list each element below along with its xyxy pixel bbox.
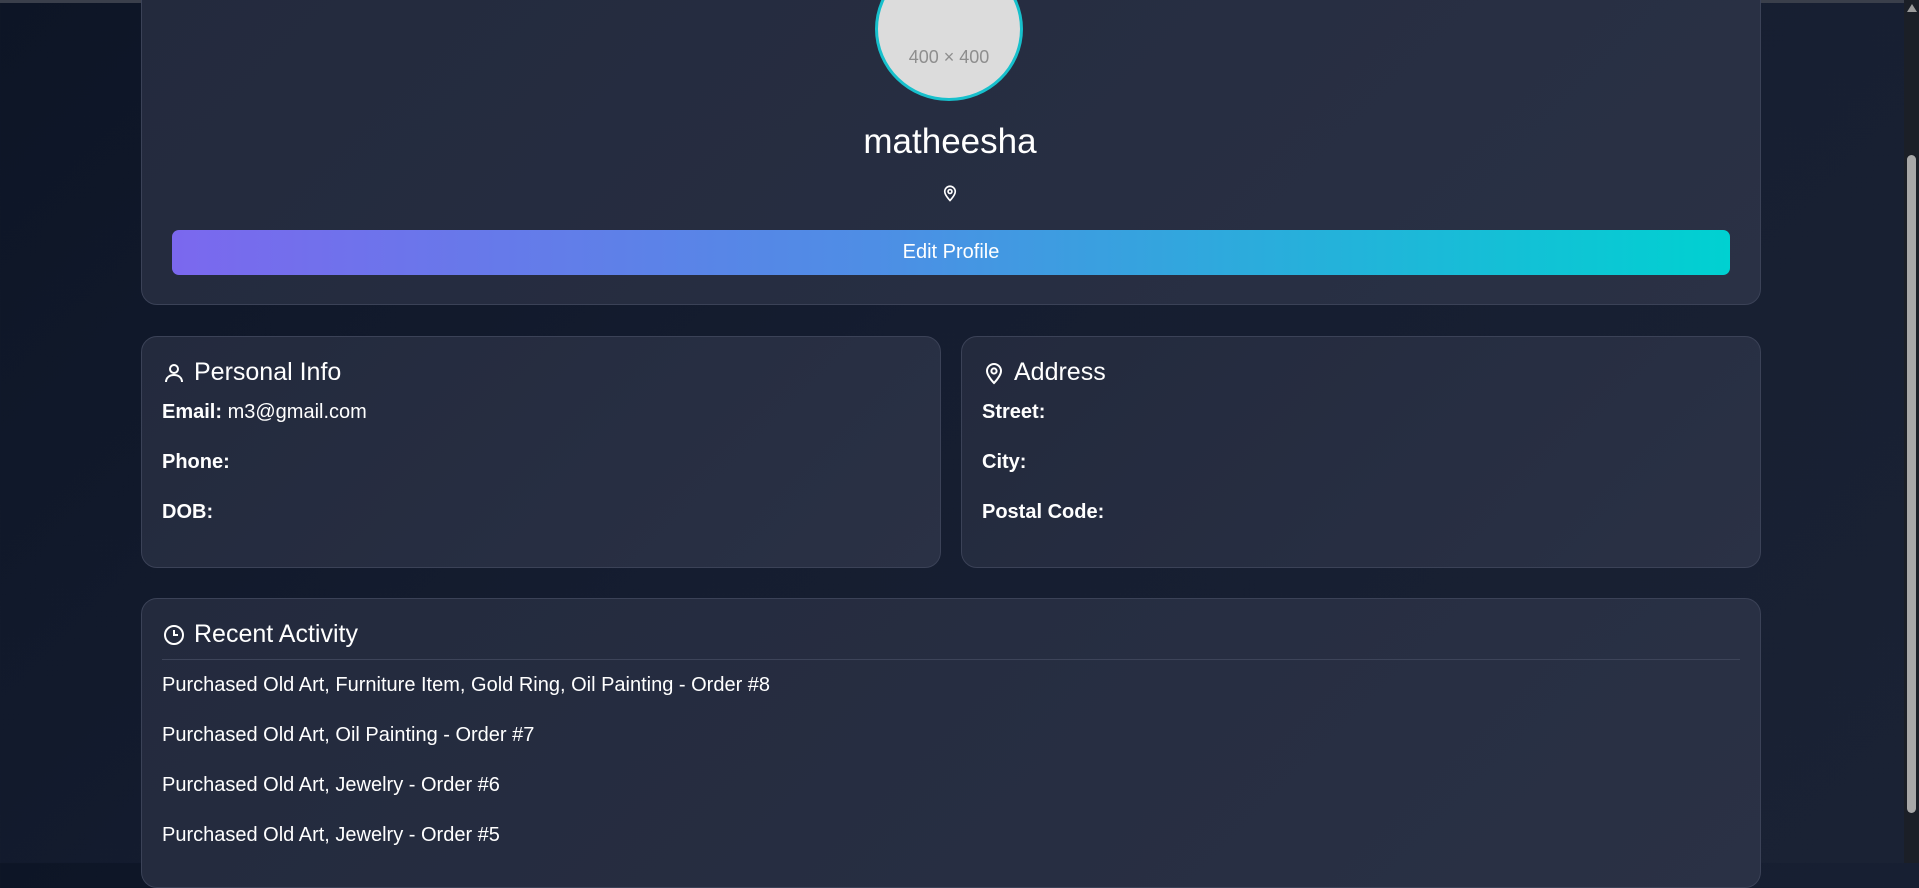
page-scrollbar[interactable]: [1904, 0, 1919, 863]
city-field: City:: [982, 451, 1026, 474]
user-icon: [165, 363, 183, 382]
recent-activity-title: Recent Activity: [194, 620, 358, 648]
activity-item: Purchased Old Art, Jewelry - Order #6: [162, 774, 500, 796]
dob-field: DOB:: [162, 501, 213, 524]
street-label: Street:: [982, 401, 1046, 423]
phone-field: Phone:: [162, 451, 230, 474]
activity-item: Purchased Old Art, Oil Painting - Order …: [162, 724, 535, 746]
clock-icon: [164, 624, 184, 645]
address-heading: Address: [982, 358, 1106, 387]
email-value: m3@gmail.com: [227, 401, 367, 423]
personal-info-title: Personal Info: [194, 358, 342, 386]
scroll-up-arrow-icon[interactable]: [1907, 4, 1917, 12]
edit-profile-button[interactable]: Edit Profile: [172, 230, 1730, 275]
postal-code-field: Postal Code:: [982, 501, 1104, 524]
avatar-placeholder-text: 400 × 400: [908, 46, 990, 67]
street-field: Street:: [982, 401, 1045, 424]
activity-divider: [162, 659, 1740, 660]
dob-label: DOB:: [162, 501, 214, 523]
activity-item: Purchased Old Art, Jewelry - Order #5: [162, 824, 500, 846]
profile-username: matheesha: [863, 122, 1037, 161]
recent-activity-card: Recent Activity Purchased Old Art, Furni…: [141, 598, 1761, 888]
map-pin-icon: [985, 362, 1003, 384]
city-label: City:: [982, 451, 1027, 473]
scrollbar-thumb[interactable]: [1907, 155, 1916, 813]
personal-info-heading: Personal Info: [162, 358, 341, 387]
personal-info-card: Personal Info Email: m3@gmail.com Phone:…: [141, 336, 941, 568]
address-card: Address Street: City: Postal Code:: [961, 336, 1761, 568]
address-title: Address: [1014, 358, 1106, 386]
email-field: Email: m3@gmail.com: [162, 401, 367, 424]
recent-activity-heading: Recent Activity: [162, 620, 358, 649]
postal-code-label: Postal Code:: [982, 501, 1105, 523]
activity-item: Purchased Old Art, Furniture Item, Gold …: [162, 674, 771, 696]
phone-label: Phone:: [162, 451, 230, 473]
email-label: Email:: [162, 401, 223, 423]
location-pin-icon: [943, 185, 957, 202]
